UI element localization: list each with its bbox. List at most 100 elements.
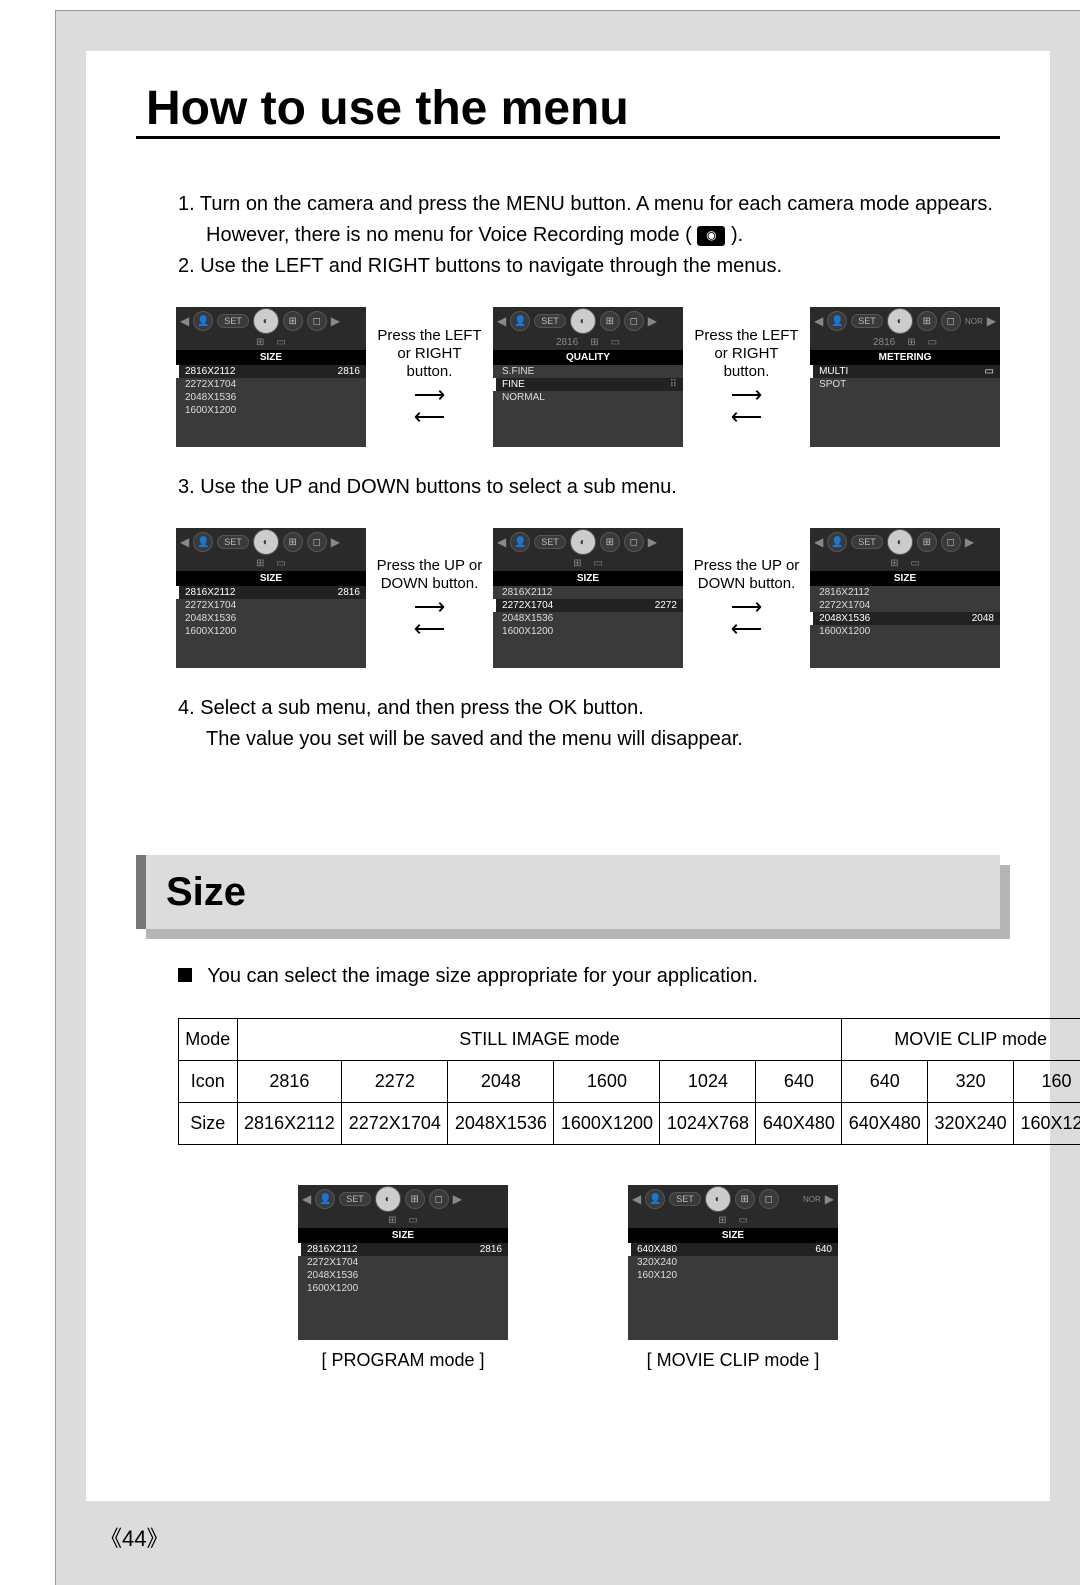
right-arrow-icon: ▶ bbox=[453, 1192, 462, 1206]
menu-title: SIZE bbox=[298, 1228, 508, 1243]
camera-screen: ◀👤SET◐⊞◻▶⊞▭SIZE2816X211228162272X1704204… bbox=[176, 307, 366, 447]
step-1: 1. Turn on the camera and press the MENU… bbox=[178, 189, 1000, 220]
ud-arrows-icon: ⟶⟵ bbox=[414, 597, 446, 639]
right-arrow-icon: ▶ bbox=[648, 535, 657, 549]
mode-dial-icon: ◐ bbox=[887, 529, 913, 555]
left-arrow-icon: ◀ bbox=[180, 535, 189, 549]
right-arrow-icon: ▶ bbox=[331, 535, 340, 549]
set-pill: SET bbox=[339, 1192, 371, 1206]
mode-icon: 👤 bbox=[645, 1189, 665, 1209]
camera-screen: ◀👤SET◐⊞◻NOR▶⊞▭SIZE640X480640320X240160X1… bbox=[628, 1185, 838, 1340]
left-arrow-icon: ◀ bbox=[302, 1192, 311, 1206]
mode-dial-icon: ◐ bbox=[570, 529, 596, 555]
menu-item: SPOT bbox=[810, 378, 1000, 391]
camera-screen: ◀👤SET◐⊞◻▶⊞▭SIZE2816X21122272X17042048X15… bbox=[810, 528, 1000, 668]
left-arrow-icon: ◀ bbox=[497, 314, 506, 328]
mode-dial-icon: ◐ bbox=[253, 308, 279, 334]
icon-row: Icon 2816 2272 2048 1600 1024 640 640 32… bbox=[179, 1061, 1080, 1103]
menu-title: SIZE bbox=[176, 350, 366, 365]
ud-arrows-icon: ⟶⟵ bbox=[731, 597, 763, 639]
meter-icon: ◻ bbox=[941, 532, 961, 552]
page-number: 《44》 bbox=[100, 1521, 169, 1553]
lr-arrows-icon: ⟶⟵ bbox=[414, 385, 446, 427]
menu-item: 1600X1200 bbox=[810, 625, 1000, 638]
menu-title: QUALITY bbox=[493, 350, 683, 365]
menu-item: 1600X1200 bbox=[298, 1282, 508, 1295]
right-arrow-icon: ▶ bbox=[987, 314, 996, 328]
camera-screen: ◀👤SET◐⊞◻▶⊞▭SIZE2816X211228162272X1704204… bbox=[298, 1185, 508, 1340]
step-2: 2. Use the LEFT and RIGHT buttons to nav… bbox=[178, 251, 1000, 282]
meter-icon: ◻ bbox=[941, 311, 961, 331]
menu-item: 2048X1536 bbox=[298, 1269, 508, 1282]
section-size: Size bbox=[136, 855, 1000, 929]
menu-title: SIZE bbox=[628, 1228, 838, 1243]
section-heading: Size bbox=[136, 855, 1000, 929]
voice-recording-icon: ◉ bbox=[697, 226, 725, 246]
set-pill: SET bbox=[534, 535, 566, 549]
mode-dial-icon: ◐ bbox=[253, 529, 279, 555]
right-arrow-icon: ▶ bbox=[648, 314, 657, 328]
camera-screen: ◀👤SET◐⊞◻NOR▶2816⊞▭METERINGMULTI▭SPOT bbox=[810, 307, 1000, 447]
press-ud-label: Press the UP or DOWN button. bbox=[693, 557, 800, 593]
mode-dial-icon: ◐ bbox=[570, 308, 596, 334]
menu-item: 2816X21122816 bbox=[298, 1243, 508, 1256]
menu-item: 640X480640 bbox=[628, 1243, 838, 1256]
menu-item: 2816X2112 bbox=[810, 586, 1000, 599]
right-arrow-icon: ▶ bbox=[965, 535, 974, 549]
right-arrow-icon: ▶ bbox=[331, 314, 340, 328]
mode-dial-icon: ◐ bbox=[375, 1186, 401, 1212]
right-arrow-icon: ▶ bbox=[825, 1192, 834, 1206]
screens-row-2: ◀👤SET◐⊞◻▶⊞▭SIZE2816X211228162272X1704204… bbox=[176, 528, 1000, 668]
menu-item: 2816X21122816 bbox=[176, 586, 366, 599]
menu-title: SIZE bbox=[810, 571, 1000, 586]
meter-icon: ◻ bbox=[307, 532, 327, 552]
size-note: You can select the image size appropriat… bbox=[207, 965, 758, 987]
mode-icon: 👤 bbox=[827, 311, 847, 331]
size-table: Mode STILL IMAGE mode MOVIE CLIP mode Ic… bbox=[178, 1018, 1080, 1145]
left-arrow-icon: ◀ bbox=[632, 1192, 641, 1206]
left-arrow-icon: ◀ bbox=[180, 314, 189, 328]
grid-icon: ⊞ bbox=[735, 1189, 755, 1209]
menu-item: 2272X1704 bbox=[298, 1256, 508, 1269]
meter-icon: ◻ bbox=[624, 532, 644, 552]
menu-item: 1600X1200 bbox=[176, 625, 366, 638]
set-pill: SET bbox=[534, 314, 566, 328]
press-lr-label: Press the LEFT or RIGHT button. bbox=[693, 327, 800, 381]
left-arrow-icon: ◀ bbox=[814, 314, 823, 328]
mode-icon: 👤 bbox=[827, 532, 847, 552]
menu-item: 2816X2112 bbox=[493, 586, 683, 599]
meter-icon: ◻ bbox=[624, 311, 644, 331]
square-bullet-icon bbox=[178, 968, 192, 982]
menu-item: S.FINE bbox=[493, 365, 683, 378]
grid-icon: ⊞ bbox=[405, 1189, 425, 1209]
menu-item: 160X120 bbox=[628, 1269, 838, 1282]
camera-screen: ◀👤SET◐⊞◻▶⊞▭SIZE2816X211228162272X1704204… bbox=[176, 528, 366, 668]
set-pill: SET bbox=[217, 314, 249, 328]
page-title: How to use the menu bbox=[136, 51, 1000, 139]
menu-item: 320X240 bbox=[628, 1256, 838, 1269]
grid-icon: ⊞ bbox=[600, 311, 620, 331]
set-pill: SET bbox=[851, 314, 883, 328]
set-pill: SET bbox=[217, 535, 249, 549]
mode-icon: 👤 bbox=[510, 311, 530, 331]
bottom-examples: ◀👤SET◐⊞◻▶⊞▭SIZE2816X211228162272X1704204… bbox=[136, 1185, 1000, 1371]
press-lr-label: Press the LEFT or RIGHT button. bbox=[376, 327, 483, 381]
steps: 1. Turn on the camera and press the MENU… bbox=[136, 189, 1000, 282]
grid-icon: ⊞ bbox=[283, 311, 303, 331]
menu-item: MULTI▭ bbox=[810, 365, 1000, 378]
menu-item: 2272X1704 bbox=[176, 599, 366, 612]
program-mode-caption: [ PROGRAM mode ] bbox=[298, 1350, 508, 1371]
mode-dial-icon: ◐ bbox=[705, 1186, 731, 1212]
menu-item: 1600X1200 bbox=[176, 404, 366, 417]
camera-screen: ◀👤SET◐⊞◻▶⊞▭SIZE2816X21122272X17042272204… bbox=[493, 528, 683, 668]
mode-icon: 👤 bbox=[315, 1189, 335, 1209]
menu-item: 2816X21122816 bbox=[176, 365, 366, 378]
screens-row-1: ◀👤SET◐⊞◻▶⊞▭SIZE2816X211228162272X1704204… bbox=[176, 307, 1000, 447]
movie-mode-caption: [ MOVIE CLIP mode ] bbox=[628, 1350, 838, 1371]
set-pill: SET bbox=[669, 1192, 701, 1206]
menu-item: NORMAL bbox=[493, 391, 683, 404]
menu-item: FINE⠿ bbox=[493, 378, 683, 391]
menu-title: METERING bbox=[810, 350, 1000, 365]
grid-icon: ⊞ bbox=[917, 311, 937, 331]
grid-icon: ⊞ bbox=[917, 532, 937, 552]
